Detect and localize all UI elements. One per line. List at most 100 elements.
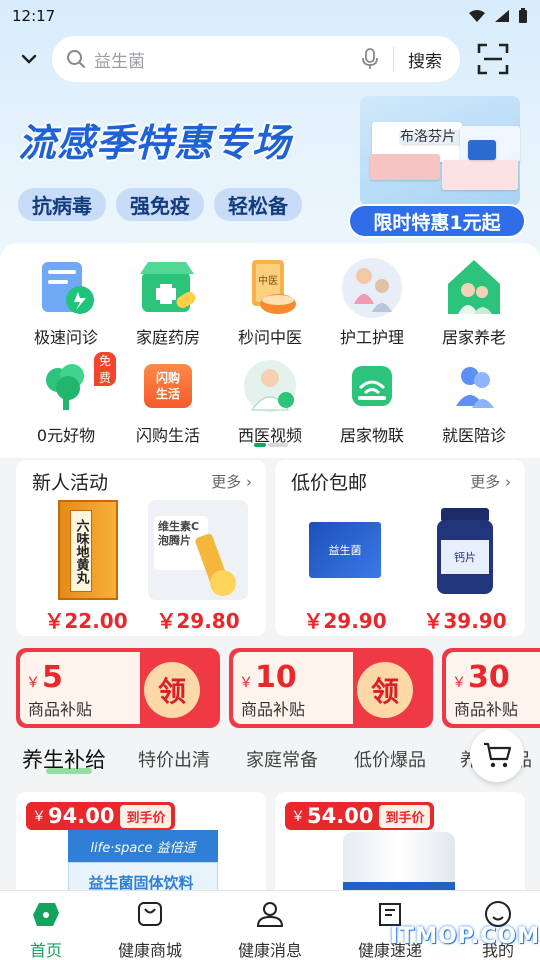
nav-label: 健康商城 — [117, 941, 182, 960]
quick-item-tcm[interactable]: 中医 秒问中医 — [218, 256, 322, 348]
product-image[interactable]: 益生菌 — [295, 500, 395, 600]
nav-label: 健康消息 — [237, 941, 302, 960]
microphone-icon[interactable] — [359, 48, 381, 70]
banner-title: 流感季特惠专场 — [18, 121, 292, 165]
product-box-label: 钙片 — [441, 540, 489, 574]
cart-icon — [484, 742, 512, 768]
user-icon — [256, 902, 284, 927]
product-price: ￥29.80 — [156, 609, 240, 633]
search-row: 益生菌 搜索 — [0, 36, 540, 84]
tab-clearance[interactable]: 特价出清 — [138, 746, 210, 772]
flash-shop-icon: 闪购 生活 — [136, 354, 200, 418]
doctor-video-icon — [238, 354, 302, 418]
quick-item-nurse[interactable]: 护工护理 — [320, 256, 424, 348]
coupon-label: 商品补贴 — [454, 700, 519, 719]
coupon-amount: 30 — [468, 660, 510, 695]
chevron-down-icon[interactable] — [18, 48, 40, 70]
tab-health-supplies[interactable]: 养生补给 — [22, 744, 106, 774]
coupon-body: ￥ 10 商品补贴 — [233, 652, 353, 724]
product-image[interactable]: 六味地黄丸 — [36, 500, 136, 600]
promo-card-title: 新人活动 — [32, 472, 109, 494]
banner-chip: 抗病毒 — [18, 188, 106, 221]
promo-card-title: 低价包邮 — [291, 472, 368, 494]
product-image[interactable]: 钙片 — [415, 500, 515, 600]
promo-card-newcomer[interactable]: 新人活动 更多 › 六味地黄丸 维生素C泡腾片 ￥22.00 ￥29.80 — [16, 460, 266, 636]
feed-product-card[interactable]: ￥ 94.00 到手价 life·space 益倍适 益生菌固体饮料 — [16, 792, 266, 902]
quick-item-flash[interactable]: 闪购 生活 闪购生活 — [116, 354, 220, 446]
coupon-label: 商品补贴 — [28, 700, 93, 719]
feed-price-badge: ￥ 54.00 到手价 — [285, 802, 435, 830]
pharmacy-icon — [136, 256, 200, 320]
page-indicator — [254, 443, 288, 447]
status-bar: 12:17 — [0, 0, 540, 32]
coupon-body: ￥ 5 商品补贴 — [20, 652, 140, 724]
coupon-currency: ￥ — [452, 675, 466, 691]
coupon-amount: 10 — [255, 660, 297, 695]
battery-icon — [519, 8, 527, 23]
feed-product-card[interactable]: ￥ 54.00 到手价 — [275, 792, 525, 902]
watermark: ITMOP.COM — [390, 924, 540, 949]
nav-messages[interactable]: 健康消息 — [216, 899, 324, 960]
feed-price: 54.00 — [307, 804, 374, 828]
consult-icon — [34, 256, 98, 320]
coupon[interactable]: ￥ 10 商品补贴 领 — [229, 648, 433, 728]
status-time: 12:17 — [12, 7, 56, 25]
search-divider — [393, 47, 394, 71]
elderly-care-icon — [442, 256, 506, 320]
quick-item-consult[interactable]: 极速问诊 — [14, 256, 118, 348]
flash-shop-icon-text: 闪购 生活 — [144, 364, 192, 408]
quick-item-label: 0元好物 — [36, 426, 96, 445]
nav-home[interactable]: 首页 — [0, 899, 100, 960]
feed-price-tag: 到手价 — [379, 804, 431, 828]
scan-icon[interactable] — [476, 42, 510, 76]
quick-item-iot[interactable]: 居家物联 — [320, 354, 424, 446]
cart-button[interactable] — [470, 728, 524, 782]
quick-item-pharmacy[interactable]: 家庭药房 — [116, 256, 220, 348]
claim-coupon-button[interactable]: 领 — [144, 662, 200, 718]
feed-price-tag: 到手价 — [120, 804, 172, 828]
quick-item-free[interactable]: 免费 0元好物 — [14, 352, 118, 446]
coupon-body: ￥ 30 商品补贴 — [446, 652, 540, 724]
signal-icon — [495, 10, 509, 22]
search-placeholder: 益生菌 — [94, 51, 145, 72]
coupon[interactable]: ￥ 30 商品补贴 — [442, 648, 540, 728]
page-dot — [268, 443, 288, 447]
banner-chip: 轻松备 — [214, 188, 302, 221]
search-icon — [67, 50, 85, 68]
coupon-currency: ￥ — [239, 675, 253, 691]
category-tabs: 养生补给 特价出清 家庭常备 低价爆品 养生补品 — [0, 742, 540, 778]
quick-item-doctor-video[interactable]: 西医视频 — [218, 354, 322, 446]
bag-icon — [138, 902, 162, 926]
feed-price-badge: ￥ 94.00 到手价 — [26, 802, 176, 830]
banner-chip: 强免疫 — [116, 188, 204, 221]
nav-mall[interactable]: 健康商城 — [96, 899, 204, 960]
banner-promo-tag[interactable]: 限时特惠1元起 — [348, 204, 526, 238]
promo-card-low-price[interactable]: 低价包邮 更多 › 益生菌 钙片 ￥29.90 ￥39.90 — [275, 460, 525, 636]
status-icons — [468, 8, 528, 24]
product-box-label: 六味地黄丸 — [70, 510, 92, 592]
feed-product-brand: life·space 益倍适 — [68, 830, 218, 862]
quick-item-escort[interactable]: 就医陪诊 — [422, 354, 526, 446]
promo-banner[interactable]: 流感季特惠专场 抗病毒 强免疫 轻松备 布洛芬片 限时特惠1元起 — [0, 96, 540, 246]
promo-card-more-link[interactable]: 更多 › — [211, 471, 252, 492]
feed-price: 94.00 — [48, 804, 115, 828]
home-icon — [33, 903, 59, 926]
search-input[interactable]: 益生菌 搜索 — [52, 36, 460, 82]
quick-item-label: 极速问诊 — [33, 328, 98, 347]
coupon[interactable]: ￥ 5 商品补贴 领 — [16, 648, 220, 728]
quick-item-label: 秒问中医 — [237, 328, 302, 347]
product-image[interactable]: 维生素C泡腾片 — [148, 500, 248, 600]
escort-icon — [442, 354, 506, 418]
banner-chips: 抗病毒 强免疫 轻松备 — [18, 188, 302, 221]
search-button[interactable]: 搜索 — [408, 47, 442, 72]
claim-coupon-button[interactable]: 领 — [357, 662, 413, 718]
nurse-icon — [340, 256, 404, 320]
quick-item-elderly[interactable]: 居家养老 — [422, 256, 526, 348]
tab-family-essentials[interactable]: 家庭常备 — [246, 746, 318, 772]
wifi-icon — [469, 10, 485, 22]
product-box-label: 益生菌 — [309, 522, 381, 578]
tab-low-price-hits[interactable]: 低价爆品 — [354, 746, 426, 772]
tree-icon: 免费 — [34, 352, 117, 418]
feed-currency: ￥ — [291, 809, 305, 825]
promo-card-more-link[interactable]: 更多 › — [470, 471, 511, 492]
